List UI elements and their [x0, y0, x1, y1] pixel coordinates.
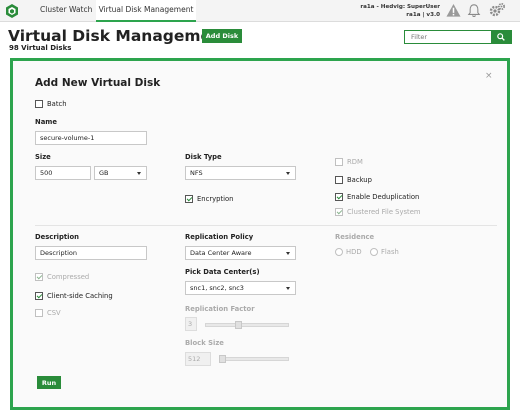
clustered-fs-checkbox[interactable]: Clustered File System — [335, 208, 421, 216]
size-unit-select[interactable]: GB — [94, 166, 147, 180]
filter-search-button[interactable] — [491, 31, 511, 43]
filter-box — [404, 30, 512, 44]
rdm-checkbox[interactable]: RDM — [335, 158, 363, 166]
encryption-checkbox-box[interactable] — [185, 195, 193, 203]
top-nav-bar: Cluster Watch Virtual Disk Management ra… — [0, 0, 520, 22]
disk-type-label: Disk Type — [185, 153, 222, 161]
csv-label: CSV — [47, 309, 61, 317]
csv-checkbox[interactable]: CSV — [35, 309, 61, 317]
residence-hdd-radio[interactable]: HDD — [335, 248, 362, 256]
residence-flash-radio[interactable]: Flash — [370, 248, 399, 256]
filter-input[interactable] — [405, 31, 491, 43]
replication-factor-label: Replication Factor — [185, 305, 255, 313]
modal-title: Add New Virtual Disk — [35, 77, 161, 89]
chevron-down-icon — [286, 252, 290, 255]
batch-label: Batch — [47, 100, 67, 108]
add-disk-button[interactable]: Add Disk — [202, 29, 242, 43]
hdd-label: HDD — [346, 248, 362, 256]
name-label: Name — [35, 118, 57, 126]
user-info-line1: ra1a - Hedvig: SuperUser — [360, 4, 440, 10]
section-divider — [35, 225, 497, 226]
rdm-checkbox-box[interactable] — [335, 158, 343, 166]
encryption-label: Encryption — [197, 195, 234, 203]
bell-icon[interactable] — [467, 3, 481, 18]
close-icon[interactable]: × — [485, 71, 493, 81]
description-label: Description — [35, 233, 79, 241]
user-info-line2: ra1a | v3.0 — [406, 12, 440, 18]
client-side-caching-label: Client-side Caching — [47, 292, 113, 300]
size-field[interactable]: 500 — [35, 166, 91, 180]
rdm-label: RDM — [347, 158, 363, 166]
hedvig-logo-icon — [6, 4, 18, 18]
replication-policy-select[interactable]: Data Center Aware — [185, 246, 296, 260]
residence-label: Residence — [335, 233, 375, 241]
backup-label: Backup — [347, 176, 372, 184]
backup-checkbox[interactable]: Backup — [335, 176, 372, 184]
tab-cluster-watch[interactable]: Cluster Watch — [40, 0, 92, 22]
pick-data-center-value: snc1, snc2, snc3 — [190, 284, 244, 292]
search-icon — [497, 33, 505, 41]
flash-label: Flash — [381, 248, 399, 256]
client-side-caching-checkbox[interactable]: Client-side Caching — [35, 292, 113, 300]
replication-policy-value: Data Center Aware — [190, 249, 252, 257]
block-size-slider-track — [219, 357, 289, 361]
size-label: Size — [35, 153, 51, 161]
clustered-fs-checkbox-box[interactable] — [335, 208, 343, 216]
disk-type-select[interactable]: NFS — [185, 166, 296, 180]
settings-gears-icon[interactable] — [488, 2, 506, 19]
flash-radio-circle[interactable] — [370, 248, 378, 256]
disk-type-value: NFS — [190, 169, 203, 177]
compressed-checkbox-box[interactable] — [35, 273, 43, 281]
block-size-field: 512 — [185, 352, 211, 366]
hdd-radio-circle[interactable] — [335, 248, 343, 256]
batch-checkbox[interactable]: Batch — [35, 100, 67, 108]
user-info: ra1a - Hedvig: SuperUser ra1a | v3.0 — [360, 3, 440, 19]
name-field[interactable]: secure-volume-1 — [35, 131, 147, 145]
run-button[interactable]: Run — [37, 376, 61, 389]
csv-checkbox-box[interactable] — [35, 309, 43, 317]
deduplication-checkbox-box[interactable] — [335, 193, 343, 201]
pick-data-center-select[interactable]: snc1, snc2, snc3 — [185, 281, 296, 295]
block-size-slider-thumb — [219, 355, 226, 363]
replication-policy-label: Replication Policy — [185, 233, 254, 241]
compressed-checkbox[interactable]: Compressed — [35, 273, 89, 281]
size-unit-value: GB — [99, 169, 109, 177]
replication-factor-slider-thumb — [235, 321, 242, 329]
clustered-fs-label: Clustered File System — [347, 208, 421, 216]
chevron-down-icon — [286, 287, 290, 290]
client-side-caching-checkbox-box[interactable] — [35, 292, 43, 300]
encryption-checkbox[interactable]: Encryption — [185, 195, 234, 203]
replication-factor-field: 3 — [185, 317, 197, 331]
description-field[interactable]: Description — [35, 246, 147, 260]
deduplication-label: Enable Deduplication — [347, 193, 420, 201]
tab-virtual-disk-management[interactable]: Virtual Disk Management — [96, 0, 196, 22]
batch-checkbox-box[interactable] — [35, 100, 43, 108]
add-virtual-disk-modal: Add New Virtual Disk × Batch Name secure… — [10, 58, 510, 410]
deduplication-checkbox[interactable]: Enable Deduplication — [335, 193, 419, 201]
pick-data-center-label: Pick Data Center(s) — [185, 268, 260, 276]
replication-factor-slider-track — [205, 323, 289, 327]
page-title: Virtual Disk Management — [8, 27, 230, 45]
chevron-down-icon — [137, 172, 141, 175]
backup-checkbox-box[interactable] — [335, 176, 343, 184]
virtual-disk-count: 98 Virtual Disks — [9, 44, 72, 52]
warning-icon[interactable] — [446, 3, 461, 18]
compressed-label: Compressed — [47, 273, 90, 281]
chevron-down-icon — [286, 172, 290, 175]
block-size-label: Block Size — [185, 339, 224, 347]
